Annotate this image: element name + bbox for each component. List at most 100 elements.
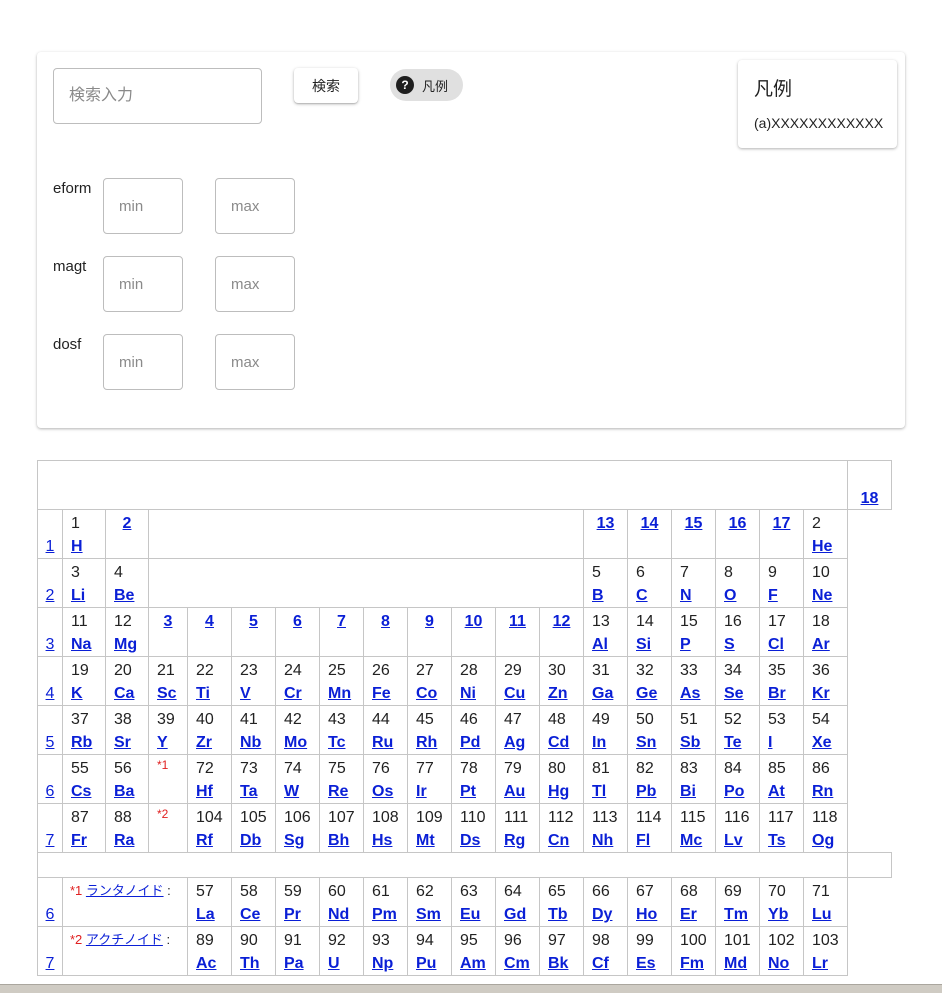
element-symbol-link[interactable]: Ag	[497, 733, 539, 753]
element-symbol-link[interactable]: Dy	[585, 905, 627, 925]
group-link[interactable]: 9	[409, 612, 451, 632]
element-symbol-link[interactable]: Er	[673, 905, 715, 925]
element-symbol-link[interactable]: Ne	[805, 586, 847, 606]
element-symbol-link[interactable]: N	[673, 586, 715, 606]
element-symbol-link[interactable]: He	[805, 537, 847, 557]
element-symbol-link[interactable]: Br	[761, 684, 803, 704]
element-symbol-link[interactable]: Zn	[541, 684, 583, 704]
element-symbol-link[interactable]: C	[629, 586, 671, 606]
element-symbol-link[interactable]: Cs	[64, 782, 105, 802]
element-symbol-link[interactable]: Ge	[629, 684, 671, 704]
element-symbol-link[interactable]: Th	[233, 954, 275, 974]
period-link[interactable]: 7	[39, 831, 62, 851]
element-symbol-link[interactable]: Mt	[409, 831, 451, 851]
period-link[interactable]: 3	[39, 635, 62, 655]
element-symbol-link[interactable]: Ta	[233, 782, 275, 802]
element-symbol-link[interactable]: Sr	[107, 733, 148, 753]
group-link[interactable]: 5	[233, 612, 275, 632]
period-link[interactable]: 5	[39, 733, 62, 753]
element-symbol-link[interactable]: Pb	[629, 782, 671, 802]
element-symbol-link[interactable]: Po	[717, 782, 759, 802]
element-symbol-link[interactable]: Cd	[541, 733, 583, 753]
period-link[interactable]: 7	[39, 954, 62, 974]
legend-chip[interactable]: ? 凡例	[390, 69, 463, 101]
group-link[interactable]: 10	[453, 612, 495, 632]
group-link[interactable]: 4	[189, 612, 231, 632]
element-symbol-link[interactable]: Pa	[277, 954, 319, 974]
magt-min-input[interactable]	[103, 256, 183, 312]
element-symbol-link[interactable]: Ra	[107, 831, 148, 851]
search-input[interactable]	[53, 68, 262, 124]
element-symbol-link[interactable]: Fm	[673, 954, 715, 974]
element-symbol-link[interactable]: Ir	[409, 782, 451, 802]
element-symbol-link[interactable]: Og	[805, 831, 847, 851]
element-symbol-link[interactable]: H	[64, 537, 105, 557]
element-symbol-link[interactable]: Tc	[321, 733, 363, 753]
group-link[interactable]: 3	[150, 612, 187, 632]
element-symbol-link[interactable]: Fe	[365, 684, 407, 704]
element-symbol-link[interactable]: Rf	[189, 831, 231, 851]
element-symbol-link[interactable]: Ts	[761, 831, 803, 851]
element-symbol-link[interactable]: K	[64, 684, 105, 704]
magt-max-input[interactable]	[215, 256, 295, 312]
period-link[interactable]: 1	[39, 537, 62, 557]
element-symbol-link[interactable]: Tm	[717, 905, 759, 925]
element-symbol-link[interactable]: Mn	[321, 684, 363, 704]
group-link[interactable]: 2	[107, 514, 148, 534]
element-symbol-link[interactable]: Bi	[673, 782, 715, 802]
element-symbol-link[interactable]: Se	[717, 684, 759, 704]
element-symbol-link[interactable]: Xe	[805, 733, 847, 753]
element-symbol-link[interactable]: Tb	[541, 905, 583, 925]
group-link[interactable]: 13	[585, 514, 627, 534]
element-symbol-link[interactable]: Pt	[453, 782, 495, 802]
period-link[interactable]: 6	[39, 905, 62, 925]
group-link[interactable]: 6	[277, 612, 319, 632]
element-symbol-link[interactable]: Pm	[365, 905, 407, 925]
element-symbol-link[interactable]: Np	[365, 954, 407, 974]
element-symbol-link[interactable]: Pu	[409, 954, 451, 974]
element-symbol-link[interactable]: Re	[321, 782, 363, 802]
element-symbol-link[interactable]: Ds	[453, 831, 495, 851]
element-symbol-link[interactable]: Te	[717, 733, 759, 753]
element-symbol-link[interactable]: Ru	[365, 733, 407, 753]
element-symbol-link[interactable]: Na	[64, 635, 105, 655]
element-symbol-link[interactable]: Cn	[541, 831, 583, 851]
group-link[interactable]: 14	[629, 514, 671, 534]
element-symbol-link[interactable]: Ca	[107, 684, 148, 704]
element-symbol-link[interactable]: Hs	[365, 831, 407, 851]
element-symbol-link[interactable]: No	[761, 954, 803, 974]
element-symbol-link[interactable]: Au	[497, 782, 539, 802]
element-symbol-link[interactable]: Ac	[189, 954, 231, 974]
group-link[interactable]: 12	[541, 612, 583, 632]
element-symbol-link[interactable]: W	[277, 782, 319, 802]
element-symbol-link[interactable]: Am	[453, 954, 495, 974]
element-symbol-link[interactable]: Rb	[64, 733, 105, 753]
dosf-min-input[interactable]	[103, 334, 183, 390]
element-symbol-link[interactable]: At	[761, 782, 803, 802]
group-link[interactable]: 11	[497, 612, 539, 632]
element-symbol-link[interactable]: Ba	[107, 782, 148, 802]
element-symbol-link[interactable]: Mo	[277, 733, 319, 753]
element-symbol-link[interactable]: La	[189, 905, 231, 925]
element-symbol-link[interactable]: Pd	[453, 733, 495, 753]
element-symbol-link[interactable]: Fl	[629, 831, 671, 851]
element-symbol-link[interactable]: I	[761, 733, 803, 753]
element-symbol-link[interactable]: O	[717, 586, 759, 606]
group-link[interactable]: 16	[717, 514, 759, 534]
element-symbol-link[interactable]: Nd	[321, 905, 363, 925]
element-symbol-link[interactable]: Sm	[409, 905, 451, 925]
element-symbol-link[interactable]: Al	[585, 635, 627, 655]
element-symbol-link[interactable]: Hg	[541, 782, 583, 802]
element-symbol-link[interactable]: Cu	[497, 684, 539, 704]
element-symbol-link[interactable]: Rg	[497, 831, 539, 851]
group-link[interactable]: 18	[849, 489, 891, 509]
eform-max-input[interactable]	[215, 178, 295, 234]
element-symbol-link[interactable]: S	[717, 635, 759, 655]
element-symbol-link[interactable]: Sg	[277, 831, 319, 851]
actinoid-link[interactable]: アクチノイド	[86, 932, 163, 947]
element-symbol-link[interactable]: Db	[233, 831, 275, 851]
element-symbol-link[interactable]: In	[585, 733, 627, 753]
element-symbol-link[interactable]: Ce	[233, 905, 275, 925]
dosf-max-input[interactable]	[215, 334, 295, 390]
element-symbol-link[interactable]: Ga	[585, 684, 627, 704]
